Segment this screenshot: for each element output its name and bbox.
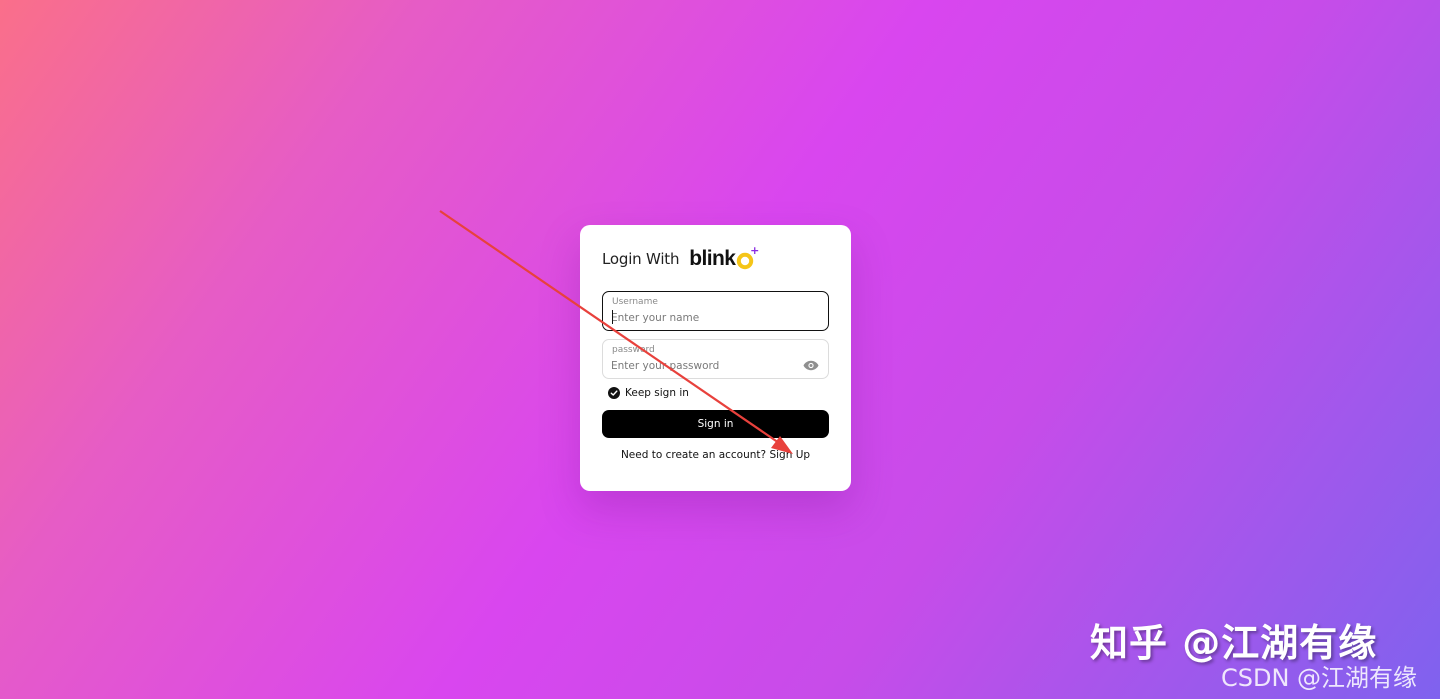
- signup-row: Need to create an account? Sign Up: [580, 449, 851, 461]
- logo-plus: +: [750, 244, 760, 257]
- check-icon: [610, 390, 618, 396]
- username-label: Username: [612, 297, 658, 307]
- login-header: Login With blink +: [602, 245, 759, 273]
- sign-in-button[interactable]: Sign in: [602, 410, 829, 438]
- keep-signed-in: Keep sign in: [608, 386, 689, 400]
- password-label: password: [612, 345, 655, 355]
- logo-text: blink: [689, 247, 736, 270]
- eye-icon[interactable]: [803, 356, 819, 371]
- password-input[interactable]: [611, 358, 791, 374]
- blinko-logo: blink +: [689, 245, 759, 273]
- watermark-csdn: CSDN @江湖有缘: [1221, 664, 1418, 692]
- signup-prompt: Need to create an account?: [620, 449, 770, 461]
- login-title: Login With: [602, 250, 680, 268]
- username-input[interactable]: [611, 310, 791, 326]
- login-card: Login With blink + Username password: [580, 225, 851, 491]
- blinko-logo-o-icon: +: [735, 245, 759, 271]
- sign-up-link[interactable]: Sign Up: [769, 449, 810, 461]
- username-field[interactable]: Username: [602, 291, 829, 331]
- password-field[interactable]: password: [602, 339, 829, 379]
- text-caret: [612, 310, 613, 324]
- keep-signed-in-checkbox[interactable]: [608, 387, 620, 399]
- keep-signed-in-label: Keep sign in: [625, 387, 689, 399]
